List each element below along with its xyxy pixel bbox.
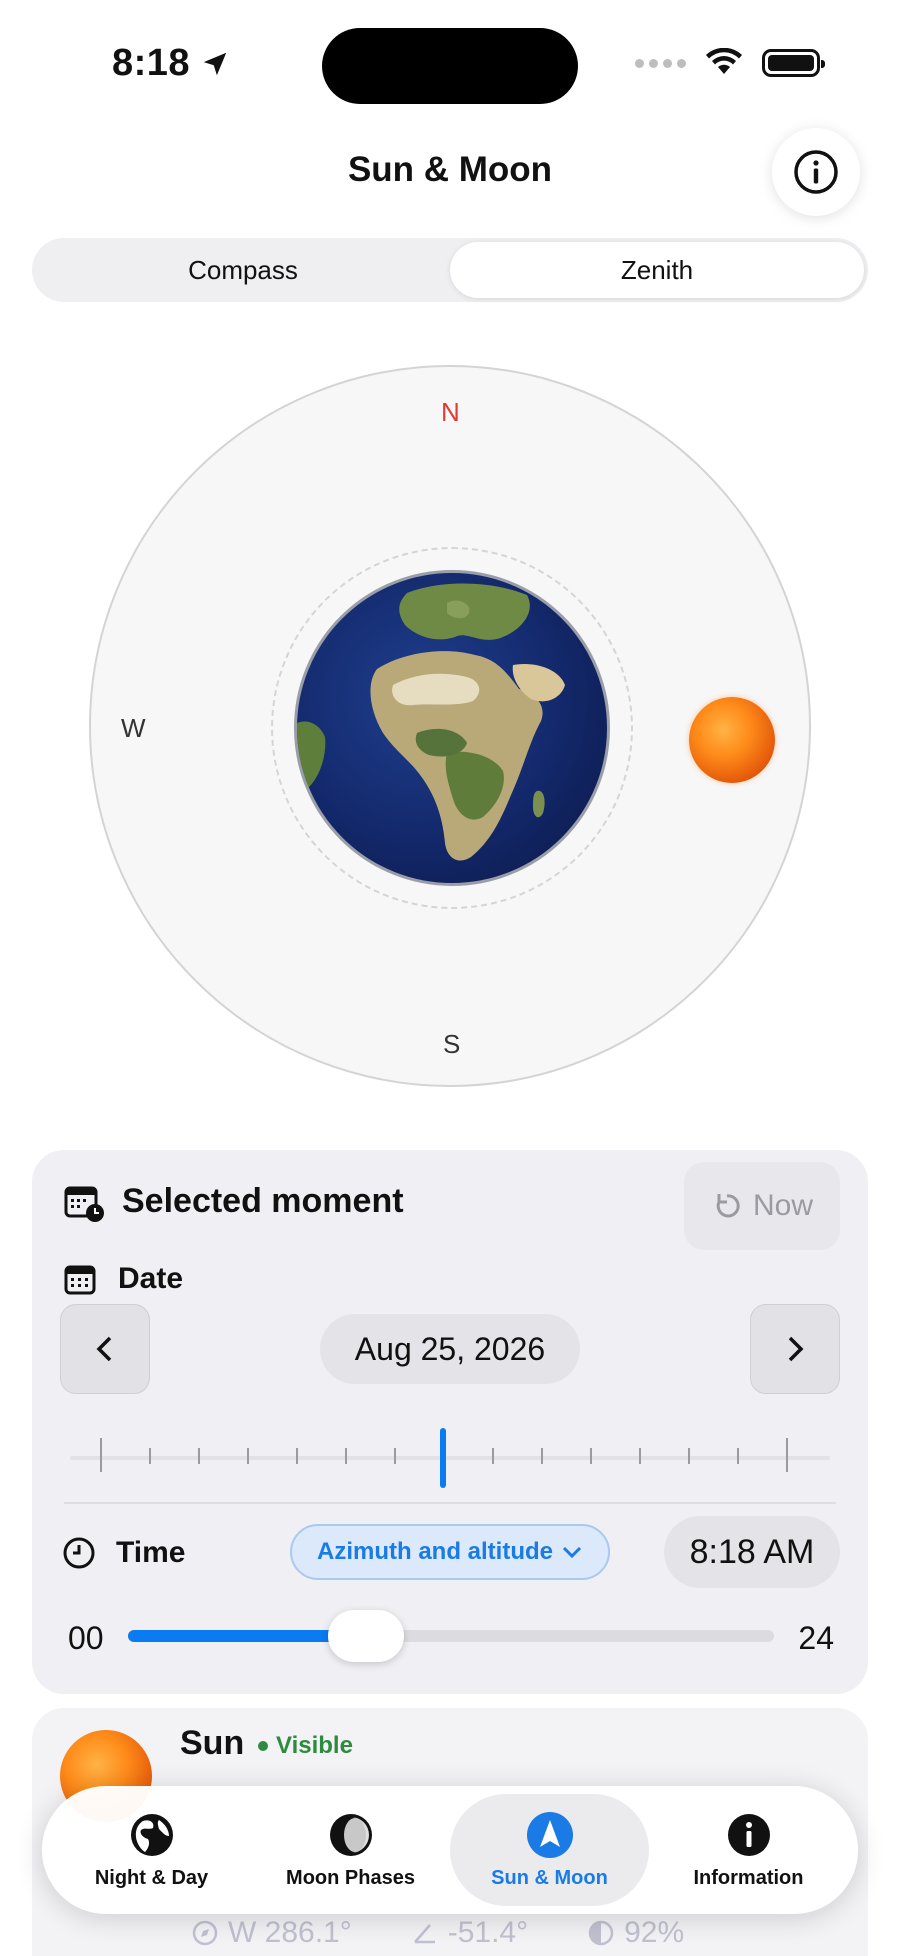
compass-south-label: S [443, 1029, 461, 1059]
tab-night-and-day[interactable]: Night & Day [52, 1794, 251, 1906]
chevron-down-icon [562, 1546, 582, 1559]
compass-dial[interactable]: N W S [89, 365, 811, 1087]
sun-percent-value: 92% [624, 1916, 685, 1949]
time-slider-thumb[interactable] [327, 1610, 404, 1662]
date-scrubber[interactable] [70, 1428, 830, 1488]
chevron-right-icon [788, 1336, 804, 1362]
tab-label: Night & Day [94, 1866, 209, 1889]
date-tick [149, 1448, 151, 1464]
date-label: Date [118, 1262, 184, 1295]
earth-globe [294, 570, 610, 886]
date-tick [492, 1448, 494, 1464]
date-value[interactable]: Aug 25, 2026 [320, 1314, 580, 1384]
date-tick-selected [440, 1428, 446, 1488]
earth-map-icon [297, 583, 565, 861]
sun-name: Sun [180, 1724, 245, 1762]
calendar-icon [64, 1265, 96, 1295]
tab-label: Information [693, 1866, 804, 1889]
page-title: Sun & Moon [347, 150, 553, 189]
date-tick [737, 1448, 739, 1464]
previous-date-button[interactable] [60, 1304, 150, 1394]
angle-icon [413, 1924, 435, 1944]
time-slider-min-label: 00 [68, 1620, 104, 1656]
calendar-clock-icon [64, 1186, 104, 1222]
dynamic-island [322, 28, 578, 104]
date-tick [639, 1448, 641, 1464]
sun-marker[interactable] [689, 697, 775, 783]
segment-compass[interactable]: Compass [36, 242, 450, 298]
half-circle-icon [588, 1920, 614, 1946]
time-value[interactable]: 8:18 AM [664, 1516, 840, 1588]
divider [64, 1502, 836, 1504]
tab-bar: Night & Day Moon Phases Sun & Moon Infor… [42, 1786, 858, 1914]
date-tick [541, 1448, 543, 1464]
tab-label: Moon Phases [286, 1866, 415, 1889]
now-button[interactable]: Now [684, 1162, 840, 1250]
location-arrow-icon [203, 52, 227, 75]
next-date-button[interactable] [750, 1304, 840, 1394]
visibility-badge: Visible [258, 1732, 353, 1760]
tab-sun-and-moon[interactable]: Sun & Moon [450, 1794, 649, 1906]
date-tick [247, 1448, 249, 1464]
sun-azimuth-value: W 286.1° [228, 1916, 352, 1949]
info-button[interactable] [772, 128, 860, 216]
sun-azimuth: W 286.1° [192, 1916, 352, 1950]
battery-icon [762, 49, 825, 77]
status-bar: 8:18 [0, 0, 900, 120]
info-circle-icon [794, 150, 838, 194]
date-tick [394, 1448, 396, 1464]
segment-zenith[interactable]: Zenith [450, 242, 864, 298]
view-segmented-control: Compass Zenith [32, 238, 868, 302]
date-tick [688, 1448, 690, 1464]
reset-arrow-icon [716, 1194, 740, 1218]
date-tick [296, 1448, 298, 1464]
time-slider-max-label: 24 [798, 1620, 834, 1656]
tab-information[interactable]: Information [649, 1794, 848, 1906]
visibility-text: Visible [276, 1732, 353, 1759]
chevron-left-icon [96, 1336, 112, 1362]
status-time: 8:18 [112, 42, 230, 85]
tab-moon-phases[interactable]: Moon Phases [251, 1794, 450, 1906]
mode-dropdown[interactable]: Azimuth and altitude [290, 1524, 610, 1580]
sun-altitude: -51.4° [412, 1916, 528, 1950]
now-button-label: Now [752, 1189, 813, 1222]
date-tick [345, 1448, 347, 1464]
date-tick [198, 1448, 200, 1464]
sun-percent: 92% [588, 1916, 684, 1950]
mode-dropdown-label: Azimuth and altitude [317, 1538, 553, 1565]
status-icons [635, 48, 825, 78]
clock-icon [63, 1537, 95, 1569]
moon-phase-icon [327, 1811, 375, 1859]
selected-moment-card: Selected moment Now Date Aug 25, 2026 Ti… [32, 1150, 868, 1694]
compass-north-label: N [441, 397, 460, 427]
date-tick [100, 1438, 102, 1472]
navigation-arrow-icon [526, 1811, 574, 1859]
time-slider[interactable] [128, 1610, 774, 1662]
sun-altitude-value: -51.4° [447, 1916, 529, 1949]
date-tick [590, 1448, 592, 1464]
info-icon [725, 1811, 773, 1859]
selected-moment-title: Selected moment [122, 1182, 404, 1220]
wifi-icon [706, 48, 742, 74]
tab-label: Sun & Moon [491, 1866, 608, 1889]
sun-stats: W 286.1° -51.4° 92% [192, 1916, 684, 1950]
status-time-text: 8:18 [112, 42, 191, 84]
globe-icon [128, 1811, 176, 1859]
visibility-dot [258, 1741, 268, 1751]
compass-icon [192, 1920, 218, 1946]
signal-icon [635, 58, 686, 68]
compass-west-label: W [121, 713, 146, 743]
time-label: Time [116, 1536, 186, 1569]
date-tick [786, 1438, 788, 1472]
